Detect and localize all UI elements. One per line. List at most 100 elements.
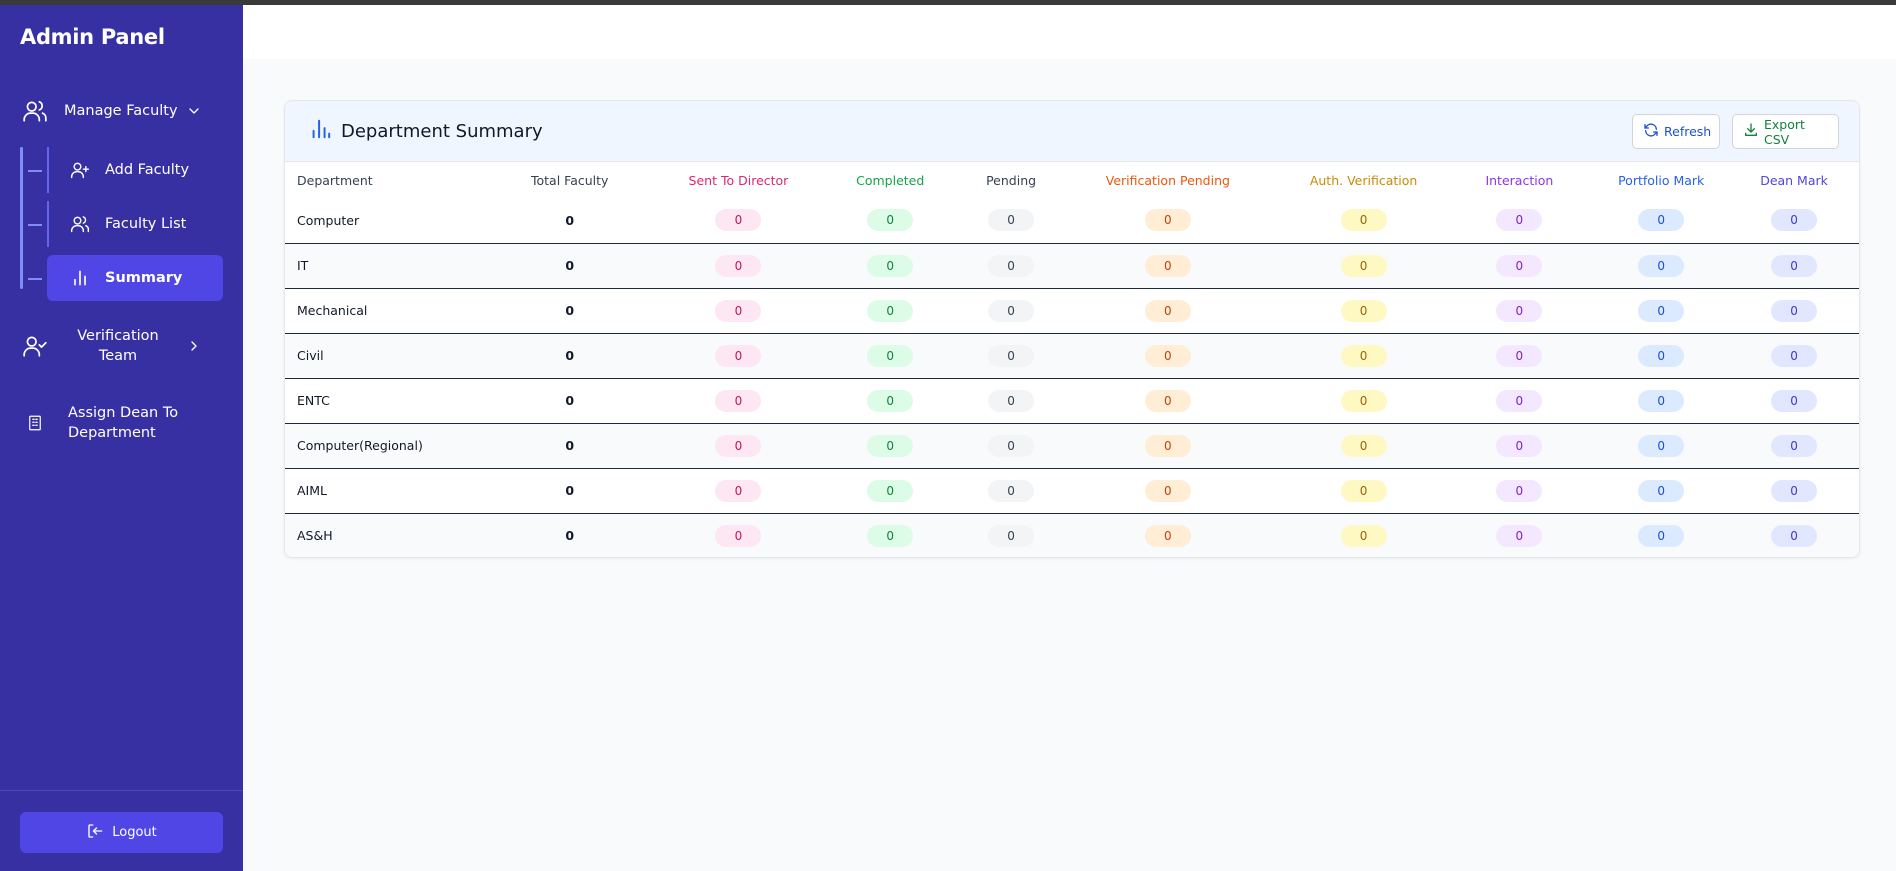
auth-verification-badge: 0 [1340,209,1387,232]
card-header: Department Summary Refresh Export CSV [285,101,1859,162]
dean-mark-badge: 0 [1771,344,1818,367]
completed-badge: 0 [867,479,914,502]
nav-assign-dean-label: Assign Dean To Department [68,405,179,441]
department-name: Mechanical [297,303,368,318]
pending-badge: 0 [988,299,1035,322]
interaction-badge: 0 [1496,299,1543,322]
portfolio-mark-badge: 0 [1638,209,1685,232]
completed-badge: 0 [867,434,914,457]
sidebar-item-faculty-list[interactable]: Faculty List [47,201,223,247]
interaction-badge: 0 [1496,209,1543,232]
pending-badge: 0 [988,389,1035,412]
submenu-guide-line [20,147,23,289]
table-row: ENTC 0 0 0 0 0 0 0 0 0 [285,378,1859,423]
export-csv-label: Export CSV [1764,116,1805,147]
chevron-down-icon [186,103,202,119]
verification-pending-badge: 0 [1144,209,1191,232]
pending-badge: 0 [988,209,1035,232]
nav-manage-faculty-label: Manage Faculty [64,103,178,119]
download-icon [1743,122,1759,141]
interaction-badge: 0 [1496,434,1543,457]
sent-to-director-badge: 0 [715,344,762,367]
auth-verification-badge: 0 [1340,254,1387,277]
sent-to-director-badge: 0 [715,254,762,277]
submenu-tick [28,170,42,172]
pending-badge: 0 [988,344,1035,367]
dean-mark-badge: 0 [1771,479,1818,502]
total-faculty-value: 0 [565,348,575,363]
department-summary-card: Department Summary Refresh Export CSV De… [284,100,1860,558]
sent-to-director-badge: 0 [715,389,762,412]
table-row: AS&H 0 0 0 0 0 0 0 0 0 [285,513,1859,557]
dean-mark-badge: 0 [1771,524,1818,547]
completed-badge: 0 [867,524,914,547]
auth-verification-badge: 0 [1340,434,1387,457]
page-title: Department Summary [341,120,543,142]
nav-manage-faculty[interactable]: Manage Faculty [22,98,222,124]
department-name: AIML [297,483,327,498]
nav-verification-team-label: Verification Team [77,328,159,364]
top-header [243,5,1896,59]
pending-badge: 0 [988,479,1035,502]
completed-badge: 0 [867,299,914,322]
logout-button[interactable]: Logout [20,812,223,853]
auth-verification-badge: 0 [1340,389,1387,412]
col-header-total-faculty: Total Faculty [474,162,665,198]
sidebar-divider [0,790,243,791]
department-name: Civil [297,348,324,363]
summary-table: Department Total Faculty Sent To Directo… [285,162,1859,557]
total-faculty-value: 0 [565,212,575,228]
building-icon [22,410,48,436]
col-header-completed: Completed [812,162,969,198]
export-csv-button[interactable]: Export CSV [1732,114,1839,149]
department-name: ENTC [297,393,330,408]
portfolio-mark-badge: 0 [1638,344,1685,367]
interaction-badge: 0 [1496,389,1543,412]
portfolio-mark-badge: 0 [1638,434,1685,457]
nav-assign-dean[interactable]: Assign Dean To Department [22,401,222,445]
sidebar-item-add-faculty[interactable]: Add Faculty [47,147,223,193]
department-name: IT [297,258,309,273]
sidebar: Admin Panel Manage Faculty Add Faculty F… [0,0,243,871]
verification-pending-badge: 0 [1144,254,1191,277]
interaction-badge: 0 [1496,524,1543,547]
total-faculty-value: 0 [565,483,575,498]
col-header-verification-pending: Verification Pending [1054,162,1282,198]
chevron-right-icon [186,338,202,354]
sent-to-director-badge: 0 [715,479,762,502]
col-header-portfolio-mark: Portfolio Mark [1593,162,1730,198]
verification-pending-badge: 0 [1144,434,1191,457]
table-row: Civil 0 0 0 0 0 0 0 0 0 [285,333,1859,378]
interaction-badge: 0 [1496,344,1543,367]
total-faculty-value: 0 [565,258,575,273]
total-faculty-value: 0 [565,393,575,408]
sent-to-director-badge: 0 [715,434,762,457]
auth-verification-badge: 0 [1340,344,1387,367]
user-plus-icon [69,159,91,181]
portfolio-mark-badge: 0 [1638,299,1685,322]
auth-verification-badge: 0 [1340,299,1387,322]
refresh-button[interactable]: Refresh [1632,114,1720,149]
table-row: Computer(Regional) 0 0 0 0 0 0 0 0 0 [285,423,1859,468]
brand-title: Admin Panel [20,25,165,49]
logout-label: Logout [112,825,157,840]
table-row: Mechanical 0 0 0 0 0 0 0 0 0 [285,288,1859,333]
completed-badge: 0 [867,209,914,232]
verification-pending-badge: 0 [1144,344,1191,367]
col-header-dean-mark: Dean Mark [1729,162,1859,198]
nav-verification-team[interactable]: Verification Team [22,325,222,367]
sidebar-item-label: Faculty List [105,216,187,232]
dean-mark-badge: 0 [1771,389,1818,412]
bar-chart-icon [69,267,91,289]
refresh-label: Refresh [1664,124,1712,139]
header-actions: Refresh Export CSV [1632,114,1839,149]
pending-badge: 0 [988,524,1035,547]
users-icon [22,98,48,124]
col-header-auth-verification: Auth. Verification [1281,162,1446,198]
dean-mark-badge: 0 [1771,254,1818,277]
auth-verification-badge: 0 [1340,479,1387,502]
sidebar-item-summary[interactable]: Summary [47,255,223,301]
verification-pending-badge: 0 [1144,524,1191,547]
logout-icon [86,822,104,844]
users-icon [69,213,91,235]
